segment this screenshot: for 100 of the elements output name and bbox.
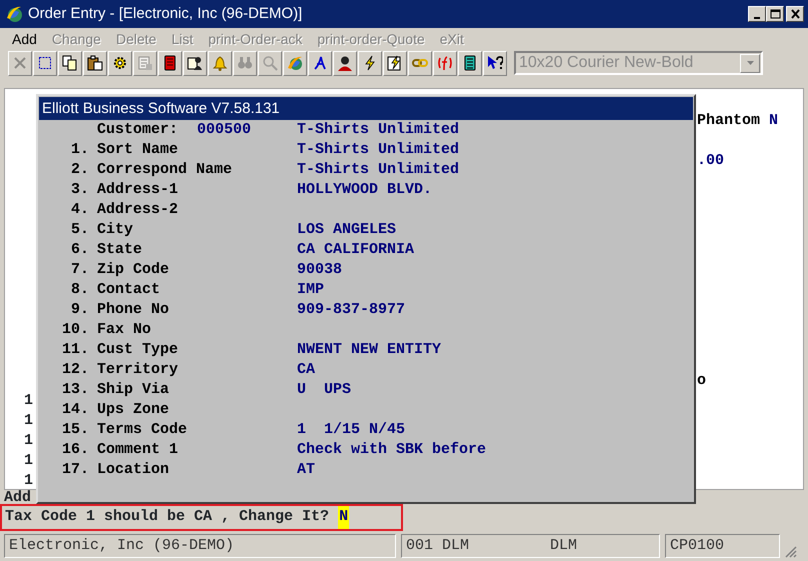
prompt-text: Tax Code 1 should be CA , Change It? <box>5 507 330 528</box>
menu-item[interactable]: Add <box>12 28 37 50</box>
maximize-icon <box>768 8 782 20</box>
field-value: CA <box>297 360 316 380</box>
help-pointer-icon <box>487 55 503 71</box>
field-label: Ship Via <box>97 380 170 400</box>
screen-text: 1 <box>24 431 34 451</box>
field-number: 7. <box>70 260 89 280</box>
toolbar-button[interactable] <box>458 50 482 76</box>
field-number: 10. <box>60 320 89 340</box>
toolbar-button[interactable] <box>83 50 107 76</box>
maximize-button[interactable] <box>766 6 784 22</box>
dropdown-arrow-icon <box>746 61 754 65</box>
field-number: 16. <box>60 440 89 460</box>
close-icon <box>788 8 802 20</box>
toolbar-button[interactable] <box>58 50 82 76</box>
field-value: IMP <box>297 280 324 300</box>
minimize-icon <box>754 17 760 19</box>
field-value: 90038 <box>297 260 342 280</box>
properties-icon <box>137 55 153 71</box>
field-number: 8. <box>70 280 89 300</box>
person-silhouette-icon <box>337 55 353 71</box>
field-value: AT <box>297 460 316 480</box>
toolbar-button[interactable] <box>383 50 407 76</box>
field-number: 1. <box>70 140 89 160</box>
pen-stroke-icon <box>312 55 328 71</box>
field-number: 14. <box>60 400 89 420</box>
toolbar-button[interactable] <box>333 50 357 76</box>
field-value: NWENT NEW ENTITY <box>297 340 442 360</box>
field-value: T-Shirts Unlimited <box>297 120 460 140</box>
contact-card-icon <box>187 55 203 71</box>
field-label: State <box>97 240 142 260</box>
field-label: Comment 1 <box>97 440 178 460</box>
field-label: Customer: <box>97 120 180 140</box>
field-label: Location <box>97 460 170 480</box>
screen-text: 1 <box>24 451 34 471</box>
toolbar-button[interactable] <box>183 50 207 76</box>
field-value: T-Shirts Unlimited <box>297 160 460 180</box>
field-label: Sort Name <box>97 140 178 160</box>
status-text: CP0100 <box>670 537 724 554</box>
screen-text: 1 <box>24 411 34 431</box>
toolbar-button[interactable] <box>483 50 507 76</box>
field-number: 6. <box>70 240 89 260</box>
field-label: Cust Type <box>97 340 178 360</box>
paste-icon <box>87 55 103 71</box>
field-value: 000500 <box>197 120 252 140</box>
screen-text: 1 <box>24 391 34 411</box>
field-label: Phone No <box>97 300 170 320</box>
toolbar-button[interactable] <box>108 50 132 76</box>
field-value: 1 1/15 N/45 <box>297 420 406 440</box>
field-value: T-Shirts Unlimited <box>297 140 460 160</box>
screen-text: .00 <box>697 152 724 169</box>
field-value: U UPS <box>297 380 352 400</box>
field-number: 3. <box>70 180 89 200</box>
toolbar-button[interactable] <box>158 50 182 76</box>
toolbar-button[interactable] <box>308 50 332 76</box>
field-label: City <box>97 220 134 240</box>
field-label: Zip Code <box>97 260 170 280</box>
status-text: 001 DLM <box>406 536 470 556</box>
globe-icon <box>287 55 303 71</box>
gear-icon <box>112 55 128 71</box>
toolbar-button[interactable] <box>358 50 382 76</box>
formula-icon <box>437 55 453 71</box>
app-globe-icon <box>4 4 24 24</box>
screen-text: o <box>697 372 706 389</box>
field-number: 5. <box>70 220 89 240</box>
toolbar-button[interactable] <box>33 50 57 76</box>
field-label: Fax No <box>97 320 152 340</box>
field-number: 12. <box>60 360 89 380</box>
field-value: LOS ANGELES <box>297 220 396 240</box>
field-number: 17. <box>60 460 89 480</box>
command-text: Add <box>4 489 32 506</box>
field-label: Terms Code <box>97 420 188 440</box>
field-number: 2. <box>70 160 89 180</box>
field-number: 9. <box>70 300 89 320</box>
copy-icon <box>62 55 78 71</box>
screen-text: 1 <box>24 471 34 490</box>
field-number: 13. <box>60 380 89 400</box>
answer-field[interactable]: N <box>338 506 350 529</box>
field-number: 4. <box>70 200 89 220</box>
field-label: Address-1 <box>97 180 178 200</box>
status-text: DLM <box>550 536 578 556</box>
window-title: Order Entry - [Electronic, Inc (96-DEMO)] <box>28 4 304 24</box>
field-label: Territory <box>97 360 178 380</box>
status-text: Electronic, Inc (96-DEMO) <box>9 537 234 554</box>
resize-grip-icon[interactable] <box>785 546 797 558</box>
minimize-button[interactable] <box>748 6 766 22</box>
field-value: Check with SBK before <box>297 440 486 460</box>
screen-text: N <box>769 112 778 129</box>
field-number: 11. <box>60 340 89 360</box>
field-value: 909-837-8977 <box>297 300 406 320</box>
book-icon <box>162 55 178 71</box>
field-label: Ups Zone <box>97 400 170 420</box>
close-button[interactable] <box>786 6 804 22</box>
bell-icon <box>212 55 228 71</box>
field-label: Address-2 <box>97 200 178 220</box>
selection-icon <box>37 55 53 71</box>
field-label: Correspond Name <box>97 160 232 180</box>
search-icon <box>262 55 278 71</box>
dialog-title: Elliott Business Software V7.58.131 <box>39 97 693 120</box>
